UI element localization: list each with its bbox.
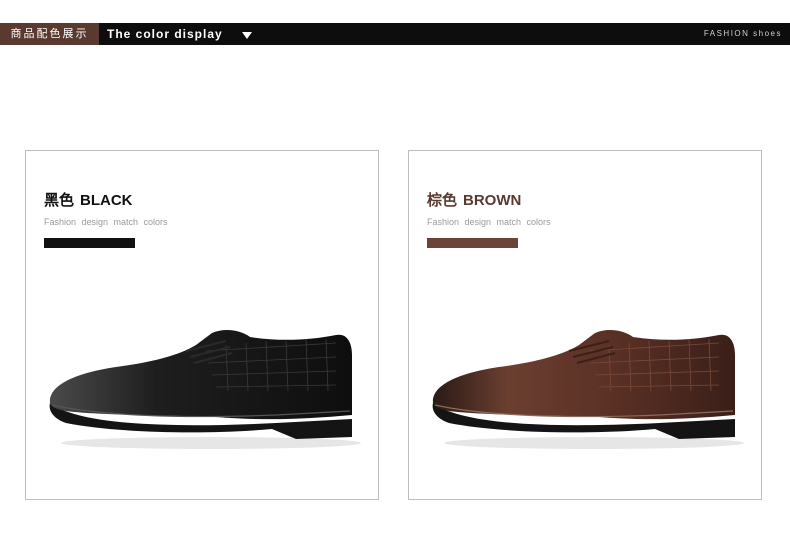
section-title-en: The color display <box>107 27 223 41</box>
color-card-black: 黑色 BLACK Fashion design match colors <box>25 150 379 500</box>
black-shoe-image <box>49 330 361 449</box>
color-swatch <box>427 238 518 248</box>
section-label-cn: 商品配色展示 <box>0 23 99 45</box>
section-header-bar: 商品配色展示 The color display FASHION shoes <box>0 23 790 45</box>
color-subtitle: Fashion design match colors <box>44 217 168 227</box>
brand-tagline: FASHION shoes <box>703 29 782 38</box>
brown-shoe-image <box>432 330 744 449</box>
color-name-cn: 黑色 <box>44 191 75 209</box>
color-card-brown: 棕色 BROWN Fashion design match colors <box>408 150 762 500</box>
color-title: 黑色 BLACK <box>44 189 133 210</box>
color-title: 棕色 BROWN <box>427 189 521 210</box>
color-name-cn: 棕色 <box>427 191 458 209</box>
color-name-en: BLACK <box>80 192 133 209</box>
color-name-en: BROWN <box>463 192 522 209</box>
color-swatch <box>44 238 135 248</box>
color-subtitle: Fashion design match colors <box>427 217 551 227</box>
triangle-down-icon <box>242 32 252 39</box>
